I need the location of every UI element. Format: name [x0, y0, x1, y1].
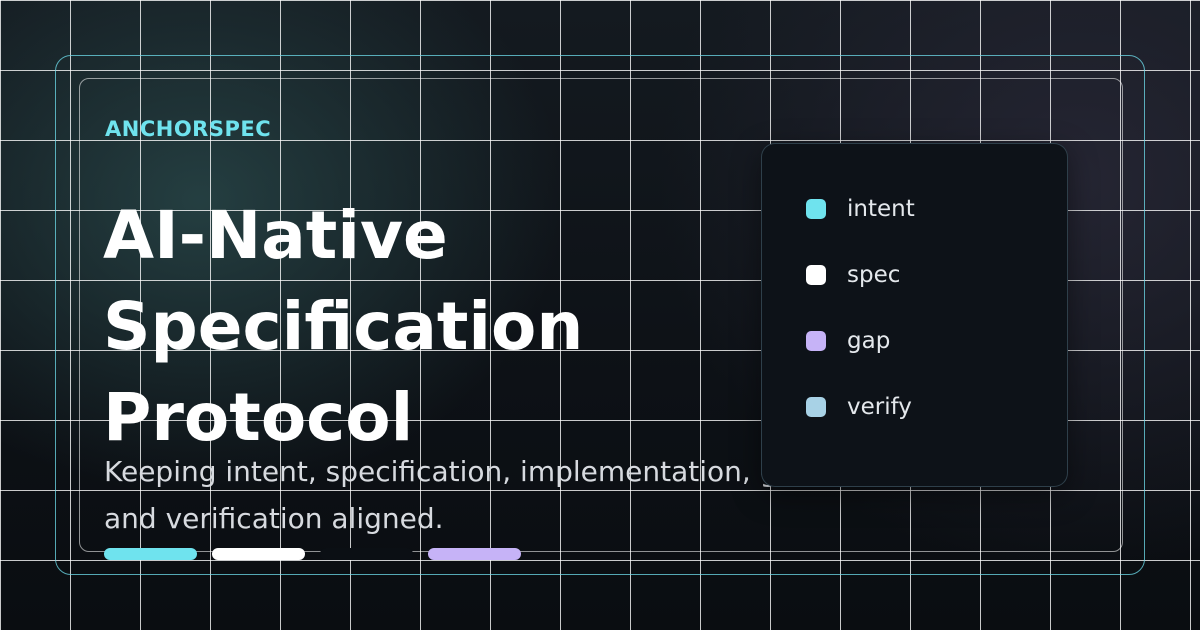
legend-label-verify: verify [847, 394, 912, 420]
accent-bar-hidden [320, 548, 413, 560]
brand-label: ANCHORSPEC [105, 117, 272, 141]
legend-panel: intent spec gap verify [761, 143, 1068, 487]
legend-item-intent: intent [806, 194, 915, 224]
accent-bar-gap [428, 548, 521, 560]
legend-label-gap: gap [847, 328, 891, 354]
og-card: ANCHORSPEC AI-Native Specification Proto… [0, 0, 1200, 630]
legend-item-verify: verify [806, 392, 912, 422]
title-line-1: AI-Native [103, 197, 448, 274]
legend-label-spec: spec [847, 262, 901, 288]
swatch-intent-icon [806, 199, 826, 219]
swatch-verify-icon [806, 397, 826, 417]
accent-bar-spec [212, 548, 305, 560]
title-line-2: Specification [103, 288, 584, 365]
legend-item-gap: gap [806, 326, 890, 356]
page-title: AI-Native Specification Protocol [103, 190, 763, 463]
subtitle: Keeping intent, specification, implement… [104, 455, 836, 535]
swatch-spec-icon [806, 265, 826, 285]
accent-bar-intent [104, 548, 197, 560]
swatch-gap-icon [806, 331, 826, 351]
legend-item-spec: spec [806, 260, 900, 290]
legend-label-intent: intent [847, 196, 915, 222]
